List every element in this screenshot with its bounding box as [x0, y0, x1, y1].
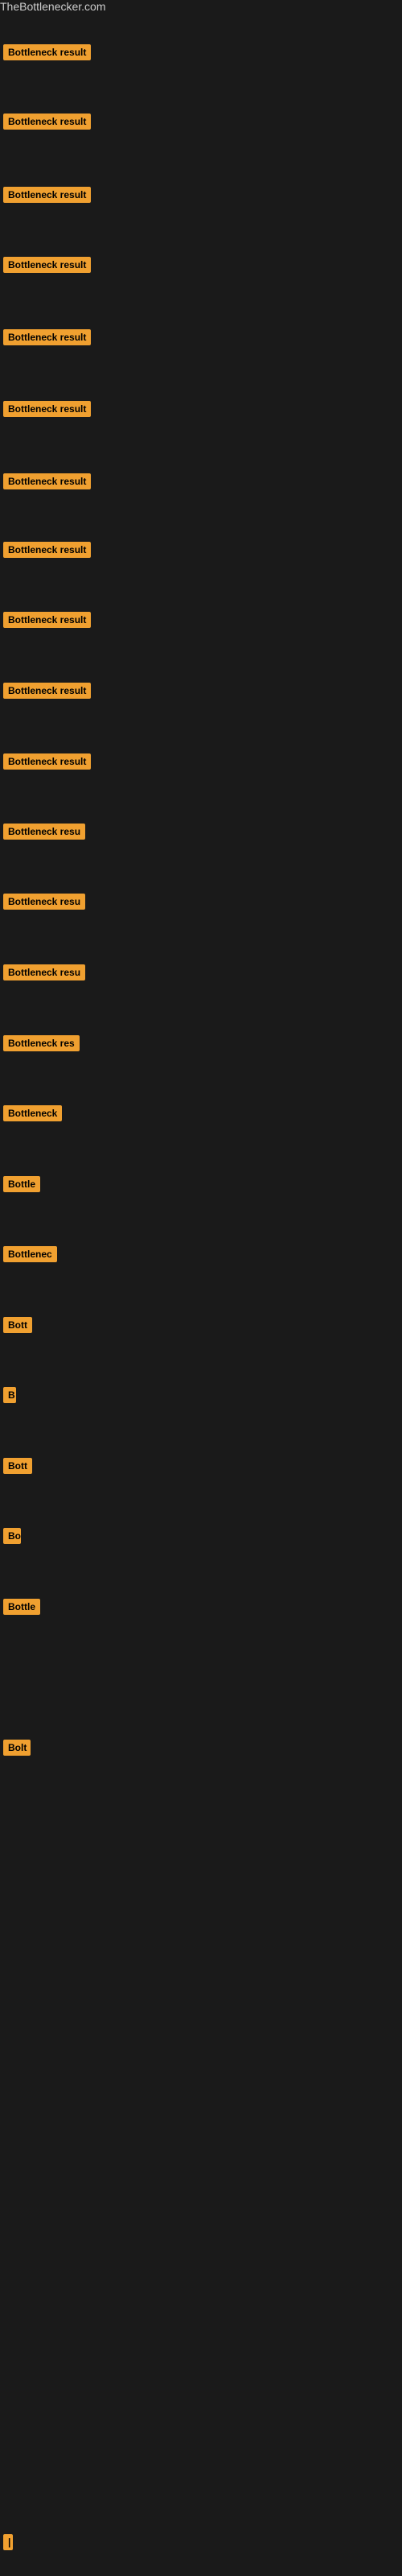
bottleneck-badge-22: Bo [3, 1528, 21, 1548]
bottleneck-badge-13: Bottleneck resu [3, 894, 85, 914]
bottleneck-badge-10: Bottleneck result [3, 683, 91, 703]
bottleneck-badge-25: Bolt [3, 1740, 31, 1760]
site-title: TheBottlenecker.com [0, 0, 402, 14]
bottleneck-badge-21: Bott [3, 1458, 32, 1478]
bottleneck-badge-19: Bott [3, 1317, 32, 1337]
bottleneck-badge-2: Bottleneck result [3, 114, 91, 134]
bottleneck-badge-7: Bottleneck result [3, 473, 91, 493]
bottleneck-badge-8: Bottleneck result [3, 542, 91, 562]
bottleneck-badge-16: Bottleneck [3, 1105, 62, 1125]
bottleneck-badge-17: Bottle [3, 1176, 40, 1196]
bottleneck-badge-18: Bottlenec [3, 1246, 57, 1266]
bottleneck-badge-9: Bottleneck result [3, 612, 91, 632]
bottleneck-badge-4: Bottleneck result [3, 257, 91, 277]
bottleneck-badge-14: Bottleneck resu [3, 964, 85, 985]
bottleneck-badge-3: Bottleneck result [3, 187, 91, 207]
bottleneck-badge-1: Bottleneck result [3, 44, 91, 64]
bottleneck-badge-6: Bottleneck result [3, 401, 91, 421]
bottleneck-badge-15: Bottleneck res [3, 1035, 80, 1055]
bottleneck-badge-5: Bottleneck result [3, 329, 91, 349]
bottleneck-badge-20: B [3, 1387, 16, 1407]
bottleneck-badge-11: Bottleneck result [3, 753, 91, 774]
bottleneck-badge-23: Bottle [3, 1599, 40, 1619]
bottleneck-badge-36: | [3, 2534, 13, 2554]
bottleneck-badge-12: Bottleneck resu [3, 824, 85, 844]
